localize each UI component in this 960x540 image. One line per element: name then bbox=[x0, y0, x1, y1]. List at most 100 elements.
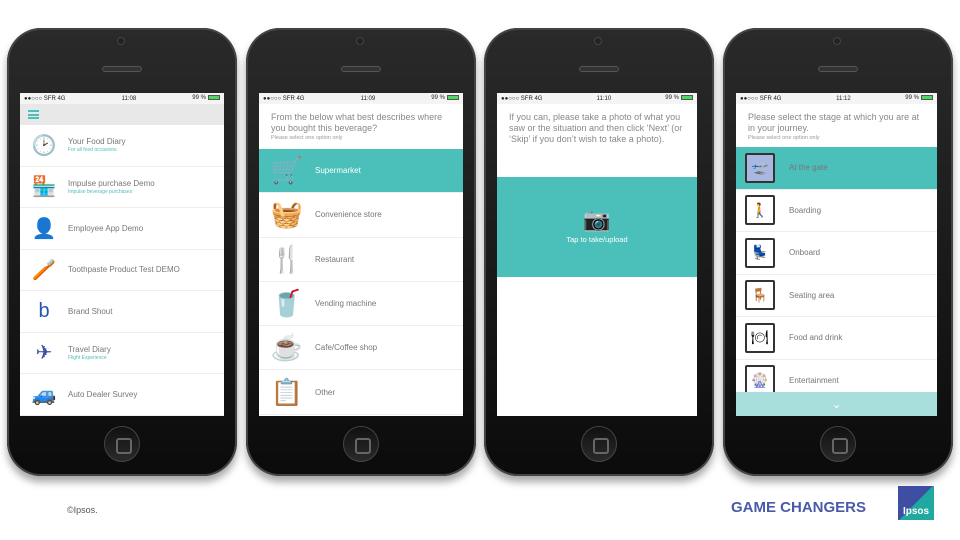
employee-icon: 👤 bbox=[31, 217, 57, 240]
clock: 11:12 bbox=[836, 95, 851, 102]
project-title: Toothpaste Product Test DEMO bbox=[68, 265, 180, 275]
front-camera bbox=[833, 37, 841, 45]
project-item[interactable]: 👤 Employee App Demo bbox=[20, 208, 224, 250]
upload-label: Tap to take/upload bbox=[566, 235, 628, 244]
copyright: ©Ipsos. bbox=[67, 505, 98, 515]
stage-option[interactable]: 🍽 Food and drink bbox=[736, 317, 937, 360]
carrier: ●●○○○ SFR 4G bbox=[263, 95, 305, 102]
clock: 11:10 bbox=[596, 95, 612, 102]
vending-machine-icon: 🥤 bbox=[270, 288, 304, 319]
entertainment-icon: 🎡 bbox=[745, 365, 775, 396]
battery-icon bbox=[680, 95, 693, 101]
project-title: Travel Diary bbox=[68, 344, 111, 354]
phone-4: ●●○○○ SFR 4G 11:12 99 % Please select the s… bbox=[723, 28, 953, 476]
battery-icon bbox=[920, 95, 933, 101]
upload-photo-button[interactable]: 📷 Tap to take/upload bbox=[497, 177, 697, 277]
battery-level: 99 % bbox=[431, 95, 445, 102]
seating-area-icon: 🪑 bbox=[745, 280, 775, 311]
question-text: If you can, please take a photo of what … bbox=[509, 112, 683, 144]
status-bar: ●●○○○ SFR 4G 11:08 99 % bbox=[20, 93, 224, 104]
option-label: Vending machine bbox=[315, 299, 377, 309]
clock-icon: 🕑 bbox=[31, 134, 57, 157]
project-item[interactable]: b Brand Shout bbox=[20, 291, 224, 333]
home-button[interactable] bbox=[343, 426, 379, 462]
project-title: Brand Shout bbox=[68, 306, 113, 316]
project-subtitle: Impulse beverage purchases bbox=[68, 188, 133, 195]
project-title: Employee App Demo bbox=[68, 223, 144, 233]
camera-icon: 📷 bbox=[583, 207, 611, 232]
battery-level: 99 % bbox=[665, 95, 679, 102]
brand-shout-icon: b bbox=[38, 299, 50, 322]
phone-screen: ●●○○○ SFR 4G 11:12 99 % Please select the s… bbox=[736, 93, 937, 416]
clock: 11:08 bbox=[121, 95, 137, 102]
carrier: ●●○○○ SFR 4G bbox=[740, 95, 782, 102]
project-title: Impulse purchase Demo bbox=[68, 178, 155, 188]
scroll-down-button[interactable]: ⌄ bbox=[736, 392, 937, 416]
gate-icon: 🛫 bbox=[745, 152, 775, 183]
battery: 99 % bbox=[192, 95, 220, 102]
front-camera bbox=[356, 37, 364, 45]
option-item[interactable]: 🍴 Restaurant bbox=[259, 238, 463, 282]
option-label: Restaurant bbox=[315, 254, 355, 264]
battery: 99 % bbox=[431, 95, 459, 102]
plate-icon: 🍽 bbox=[745, 322, 775, 353]
battery-level: 99 % bbox=[905, 95, 919, 102]
front-camera bbox=[117, 37, 125, 45]
project-subtitle: For all food occasions bbox=[68, 147, 117, 154]
option-item[interactable]: 🥤 Vending machine bbox=[259, 282, 463, 327]
tagline: GAME CHANGERS bbox=[731, 499, 867, 516]
battery-icon bbox=[207, 95, 220, 101]
status-bar: ●●○○○ SFR 4G 11:10 99 % bbox=[497, 93, 697, 104]
stage-label: Food and drink bbox=[789, 333, 843, 343]
stage-option[interactable]: 💺 Onboard bbox=[736, 232, 937, 275]
stage-label: Onboard bbox=[789, 248, 821, 258]
cutlery-icon: 🍴 bbox=[270, 243, 304, 274]
shopping-cart-icon: 🛒 bbox=[270, 155, 304, 186]
app-header bbox=[20, 104, 224, 125]
option-item[interactable]: 🧺 Convenience store bbox=[259, 193, 463, 238]
question-text: Please select the stage at which you are… bbox=[748, 112, 920, 133]
speaker bbox=[102, 66, 142, 72]
car-icon: 🚙 bbox=[31, 383, 57, 406]
phone-screen: ●●○○○ SFR 4G 11:08 99 % 🕑 Your Food Diary For… bbox=[20, 93, 224, 416]
speaker bbox=[341, 66, 381, 72]
project-item[interactable]: 🕑 Your Food Diary For all food occasions bbox=[20, 125, 224, 167]
phone-3: ●●○○○ SFR 4G 11:10 99 % If you can, please … bbox=[484, 28, 714, 476]
chevron-down-icon: ⌄ bbox=[831, 397, 842, 411]
phone-2: ●●○○○ SFR 4G 11:09 99 % From the below what… bbox=[246, 28, 476, 476]
stage-label: At the gate bbox=[789, 163, 828, 173]
home-button[interactable] bbox=[581, 426, 617, 462]
plane-icon: ✈ bbox=[35, 342, 53, 365]
status-bar: ●●○○○ SFR 4G 11:09 99 % bbox=[259, 93, 463, 104]
stage-label: Seating area bbox=[789, 290, 835, 300]
menu-icon[interactable] bbox=[28, 110, 39, 119]
option-item[interactable]: ☕ Cafe/Coffee shop bbox=[259, 326, 463, 371]
phone-screen: ●●○○○ SFR 4G 11:10 99 % If you can, please … bbox=[497, 93, 697, 416]
project-title: Your Food Diary bbox=[68, 137, 126, 147]
project-item[interactable]: 🏪 Impulse purchase Demo Impulse beverage p… bbox=[20, 167, 224, 208]
option-label: Cafe/Coffee shop bbox=[315, 343, 378, 353]
stage-option[interactable]: 🪑 Seating area bbox=[736, 275, 937, 317]
option-item[interactable]: 🛒 Supermarket bbox=[259, 149, 463, 194]
home-button[interactable] bbox=[104, 426, 140, 462]
front-camera bbox=[594, 37, 602, 45]
project-item[interactable]: 🪥 Toothpaste Product Test DEMO bbox=[20, 250, 224, 291]
onboard-seat-icon: 💺 bbox=[745, 237, 775, 268]
question-hint: Please select one option only bbox=[748, 135, 820, 141]
project-item[interactable]: ✈ Travel Diary Flight Experience bbox=[20, 333, 224, 374]
checklist-icon: 📋 bbox=[270, 376, 304, 407]
battery-icon bbox=[446, 95, 459, 101]
basket-icon: 🧺 bbox=[270, 199, 304, 230]
option-label: Other bbox=[315, 387, 336, 397]
stage-option[interactable]: 🚶 Boarding bbox=[736, 190, 937, 232]
boarding-icon: 🚶 bbox=[745, 195, 775, 226]
option-label: Convenience store bbox=[315, 210, 382, 220]
stage-label: Entertainment bbox=[789, 375, 839, 385]
option-item[interactable]: 📋 Other bbox=[259, 370, 463, 415]
home-button[interactable] bbox=[820, 426, 856, 462]
stage-option[interactable]: 🛫 At the gate bbox=[736, 147, 937, 190]
coffee-cup-icon: ☕ bbox=[270, 332, 304, 363]
project-title: Auto Dealer Survey bbox=[68, 389, 138, 399]
project-item[interactable]: 🚙 Auto Dealer Survey bbox=[20, 374, 224, 416]
project-subtitle: Flight Experience bbox=[68, 354, 107, 361]
